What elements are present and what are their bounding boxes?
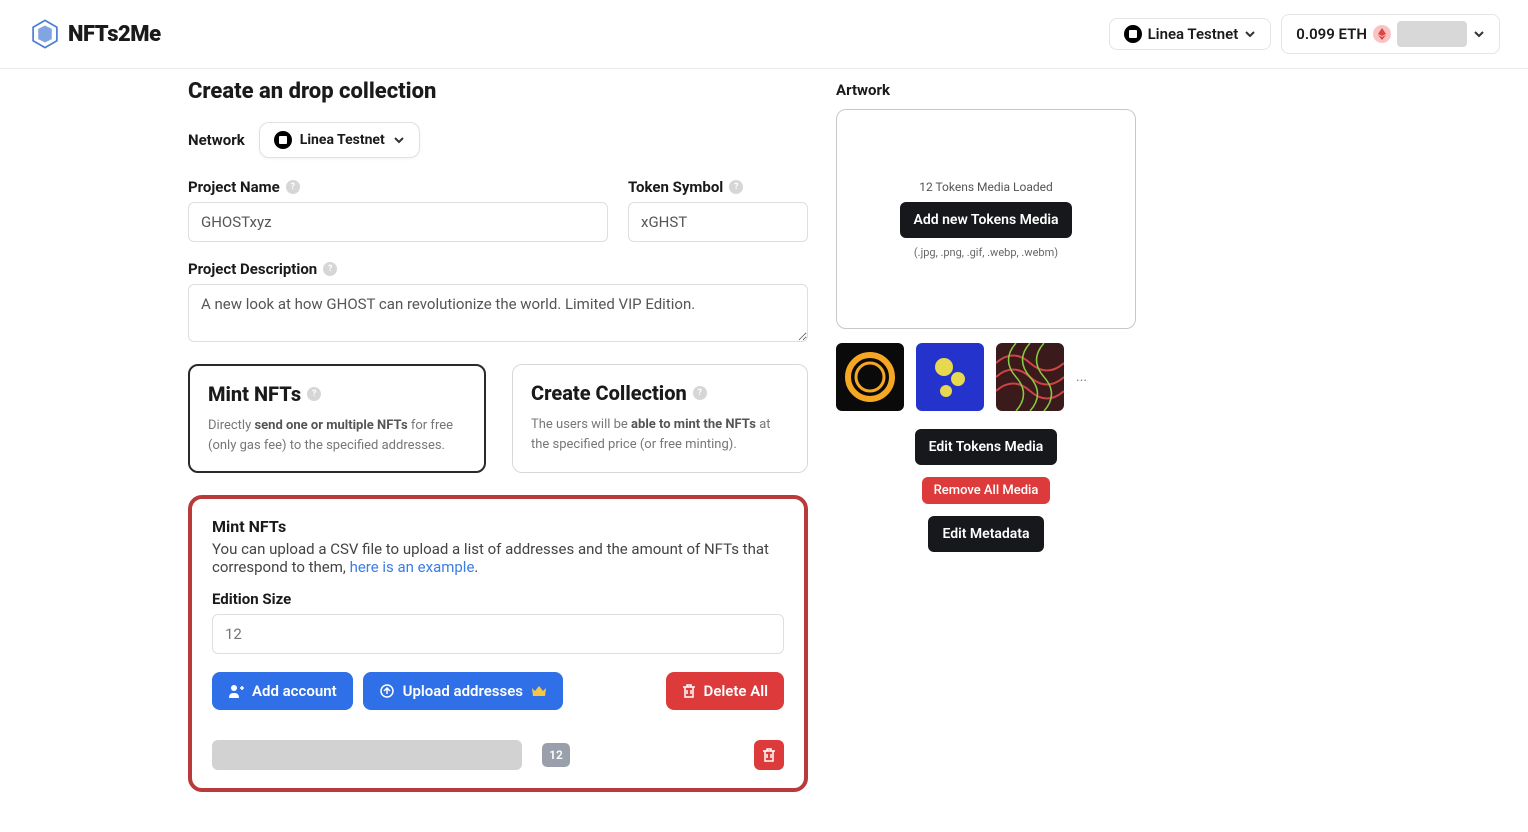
more-indicator: ... [1076, 369, 1087, 385]
edition-size-label: Edition Size [212, 590, 784, 608]
chevron-down-icon [1244, 28, 1256, 40]
description-input[interactable]: A new look at how GHOST can revolutioniz… [188, 284, 808, 342]
add-account-button[interactable]: Add account [212, 672, 353, 710]
artwork-dropzone[interactable]: 12 Tokens Media Loaded Add new Tokens Me… [836, 109, 1136, 329]
edition-size-input[interactable] [212, 614, 784, 654]
network-value: Linea Testnet [300, 132, 385, 148]
chevron-down-icon [1473, 28, 1485, 40]
page-title: Create an drop collection [188, 79, 808, 104]
network-label: Network [188, 131, 245, 149]
top-header: NFTs2Me Linea Testnet 0.099 ETH [0, 0, 1528, 69]
token-symbol-input[interactable] [628, 202, 808, 242]
balance: 0.099 ETH [1296, 25, 1367, 43]
logo-icon [28, 17, 62, 51]
edit-metadata-button[interactable]: Edit Metadata [928, 516, 1043, 552]
help-icon[interactable]: ? [286, 180, 300, 194]
crown-icon [531, 684, 547, 698]
mint-option-title: Mint NFTs [208, 382, 301, 406]
artwork-panel: Artwork 12 Tokens Media Loaded Add new T… [836, 69, 1136, 792]
delete-row-button[interactable] [754, 740, 784, 770]
file-types-hint: (.jpg, .png, .gif, .webp, .webm) [914, 246, 1058, 259]
help-icon[interactable]: ? [729, 180, 743, 194]
create-option-desc: The users will be able to mint the NFTs … [531, 415, 789, 454]
network-badge-icon [1124, 25, 1142, 43]
network-dropdown[interactable]: Linea Testnet [259, 122, 420, 158]
logo-text: NFTs2Me [68, 22, 161, 47]
create-collection-option[interactable]: Create Collection? The users will be abl… [512, 364, 808, 473]
header-right: Linea Testnet 0.099 ETH [1109, 14, 1500, 54]
upload-addresses-button[interactable]: Upload addresses [363, 672, 563, 710]
edit-tokens-media-button[interactable]: Edit Tokens Media [915, 429, 1058, 465]
description-label: Project Description [188, 260, 317, 278]
network-selector[interactable]: Linea Testnet [1109, 18, 1272, 50]
thumbnail-1[interactable] [836, 343, 904, 411]
help-icon[interactable]: ? [307, 387, 321, 401]
tokens-loaded-status: 12 Tokens Media Loaded [919, 180, 1053, 194]
user-plus-icon [228, 683, 244, 699]
mint-nfts-option[interactable]: Mint NFTs? Directly send one or multiple… [188, 364, 486, 473]
mint-section-desc: You can upload a CSV file to upload a li… [212, 540, 784, 576]
artwork-label: Artwork [836, 81, 1136, 99]
add-tokens-media-button[interactable]: Add new Tokens Media [900, 202, 1073, 238]
address-row: 12 [212, 740, 784, 770]
mint-section: Mint NFTs You can upload a CSV file to u… [188, 495, 808, 792]
project-name-input[interactable] [188, 202, 608, 242]
project-name-label: Project Name [188, 178, 280, 196]
thumbnail-2[interactable] [916, 343, 984, 411]
help-icon[interactable]: ? [693, 386, 707, 400]
network-badge-icon [274, 131, 292, 149]
remove-all-media-button[interactable]: Remove All Media [922, 477, 1051, 504]
address-input[interactable] [212, 740, 522, 770]
create-option-title: Create Collection [531, 381, 687, 405]
network-name: Linea Testnet [1148, 25, 1239, 43]
help-icon[interactable]: ? [323, 262, 337, 276]
address-count: 12 [542, 743, 570, 767]
wallet-pill[interactable]: 0.099 ETH [1281, 14, 1500, 54]
trash-icon [762, 747, 776, 763]
csv-example-link[interactable]: here is an example [350, 558, 475, 576]
delete-all-button[interactable]: Delete All [666, 672, 784, 710]
mint-option-desc: Directly send one or multiple NFTs for f… [208, 416, 466, 455]
thumbnail-3[interactable] [996, 343, 1064, 411]
mint-section-title: Mint NFTs [212, 517, 784, 536]
upload-icon [379, 683, 395, 699]
eth-icon [1373, 25, 1391, 43]
wallet-address-redacted [1397, 21, 1467, 47]
logo[interactable]: NFTs2Me [28, 17, 161, 51]
main-form: Create an drop collection Network Linea … [188, 69, 808, 792]
media-thumbnails: ... [836, 343, 1136, 411]
token-symbol-label: Token Symbol [628, 178, 723, 196]
trash-icon [682, 683, 696, 699]
chevron-down-icon [393, 134, 405, 146]
